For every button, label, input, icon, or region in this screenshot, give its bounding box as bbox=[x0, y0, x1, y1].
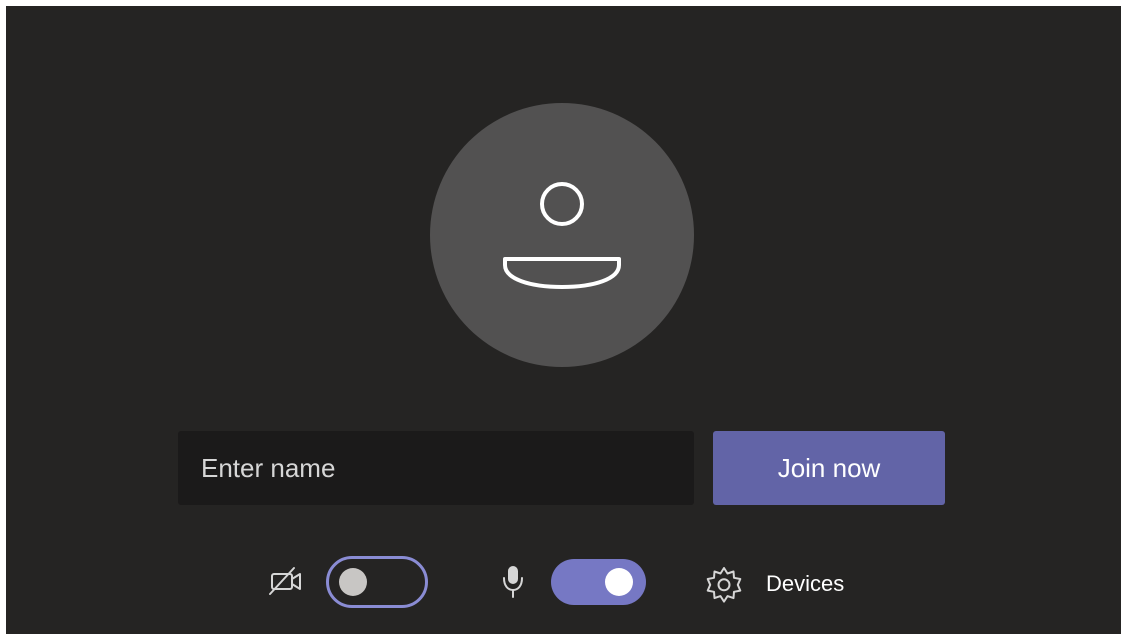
video-off-icon bbox=[269, 567, 301, 595]
pre-join-screen: Join now Devices bbox=[6, 6, 1121, 634]
microphone-toggle[interactable] bbox=[551, 559, 646, 605]
devices-label: Devices bbox=[766, 571, 845, 596]
microphone-icon bbox=[503, 566, 523, 598]
camera-toggle[interactable] bbox=[326, 556, 428, 608]
name-input[interactable] bbox=[178, 431, 694, 505]
join-now-button[interactable]: Join now bbox=[713, 431, 945, 505]
microphone-toggle-knob bbox=[605, 568, 633, 596]
gear-icon bbox=[706, 567, 742, 603]
camera-toggle-knob bbox=[339, 568, 367, 596]
avatar bbox=[430, 103, 694, 367]
person-icon bbox=[503, 182, 621, 289]
